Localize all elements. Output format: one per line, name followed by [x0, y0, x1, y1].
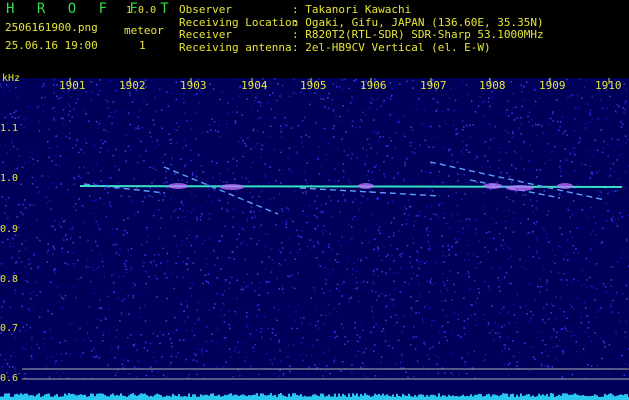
x-tick-label: 1909: [539, 79, 566, 92]
header-panel: H R O F F T 1.0.0 2506161900.png 25.06.1…: [0, 0, 629, 78]
meteor-burst: [168, 183, 188, 189]
y-tick-label: 0.7: [0, 323, 19, 334]
x-tick-label: 1910: [595, 79, 622, 92]
x-tick-label: 1905: [300, 79, 327, 92]
meteor-burst: [484, 183, 502, 189]
info-value: : R820T2(RTL-SDR) SDR-Sharp 53.1000MHz: [292, 28, 544, 41]
x-tick-label: 1903: [180, 79, 207, 92]
spectrogram-plot: [0, 78, 629, 400]
meteor-count: 1: [139, 39, 146, 52]
info-key: Receiver: [179, 28, 232, 41]
file-name: 2506161900.png: [5, 21, 98, 34]
y-tick-label: 1.0: [0, 173, 19, 184]
y-tick-label: 1.1: [0, 123, 19, 134]
app-version: 1.0.0: [126, 5, 157, 16]
x-tick-label: 1904: [241, 79, 268, 92]
meteor-burst: [220, 184, 244, 190]
x-tick-label: 1901: [59, 79, 86, 92]
y-axis-unit: kHz: [2, 73, 21, 84]
info-value: : 2el-HB9CV Vertical (el. E-W): [292, 40, 491, 54]
observation-datetime: 25.06.16 19:00: [5, 39, 98, 52]
meteor-burst: [506, 185, 534, 191]
meteor-label: meteor: [124, 24, 164, 37]
x-tick-label: 1908: [479, 79, 506, 92]
meteor-burst: [557, 183, 573, 189]
x-tick-label: 1902: [119, 79, 146, 92]
meteor-burst: [358, 183, 374, 189]
info-value: : Takanori Kawachi: [292, 3, 412, 16]
info-key: Observer: [179, 3, 232, 16]
x-tick-label: 1906: [360, 79, 387, 92]
y-tick-label: 0.8: [0, 274, 19, 285]
info-value: : Ogaki, Gifu, JAPAN (136.60E, 35.35N): [292, 15, 544, 29]
y-tick-label: 0.9: [0, 224, 19, 235]
y-tick-label: 0.6: [0, 373, 19, 384]
plot-background: [0, 78, 629, 400]
info-row-antenna: Receiving antenna: 2el-HB9CV Vertical (e…: [179, 40, 544, 55]
x-tick-label: 1907: [420, 79, 447, 92]
info-key: Receiving antenna: [179, 40, 292, 54]
station-info: Observer: Takanori Kawachi Receiving Loc…: [179, 3, 544, 55]
